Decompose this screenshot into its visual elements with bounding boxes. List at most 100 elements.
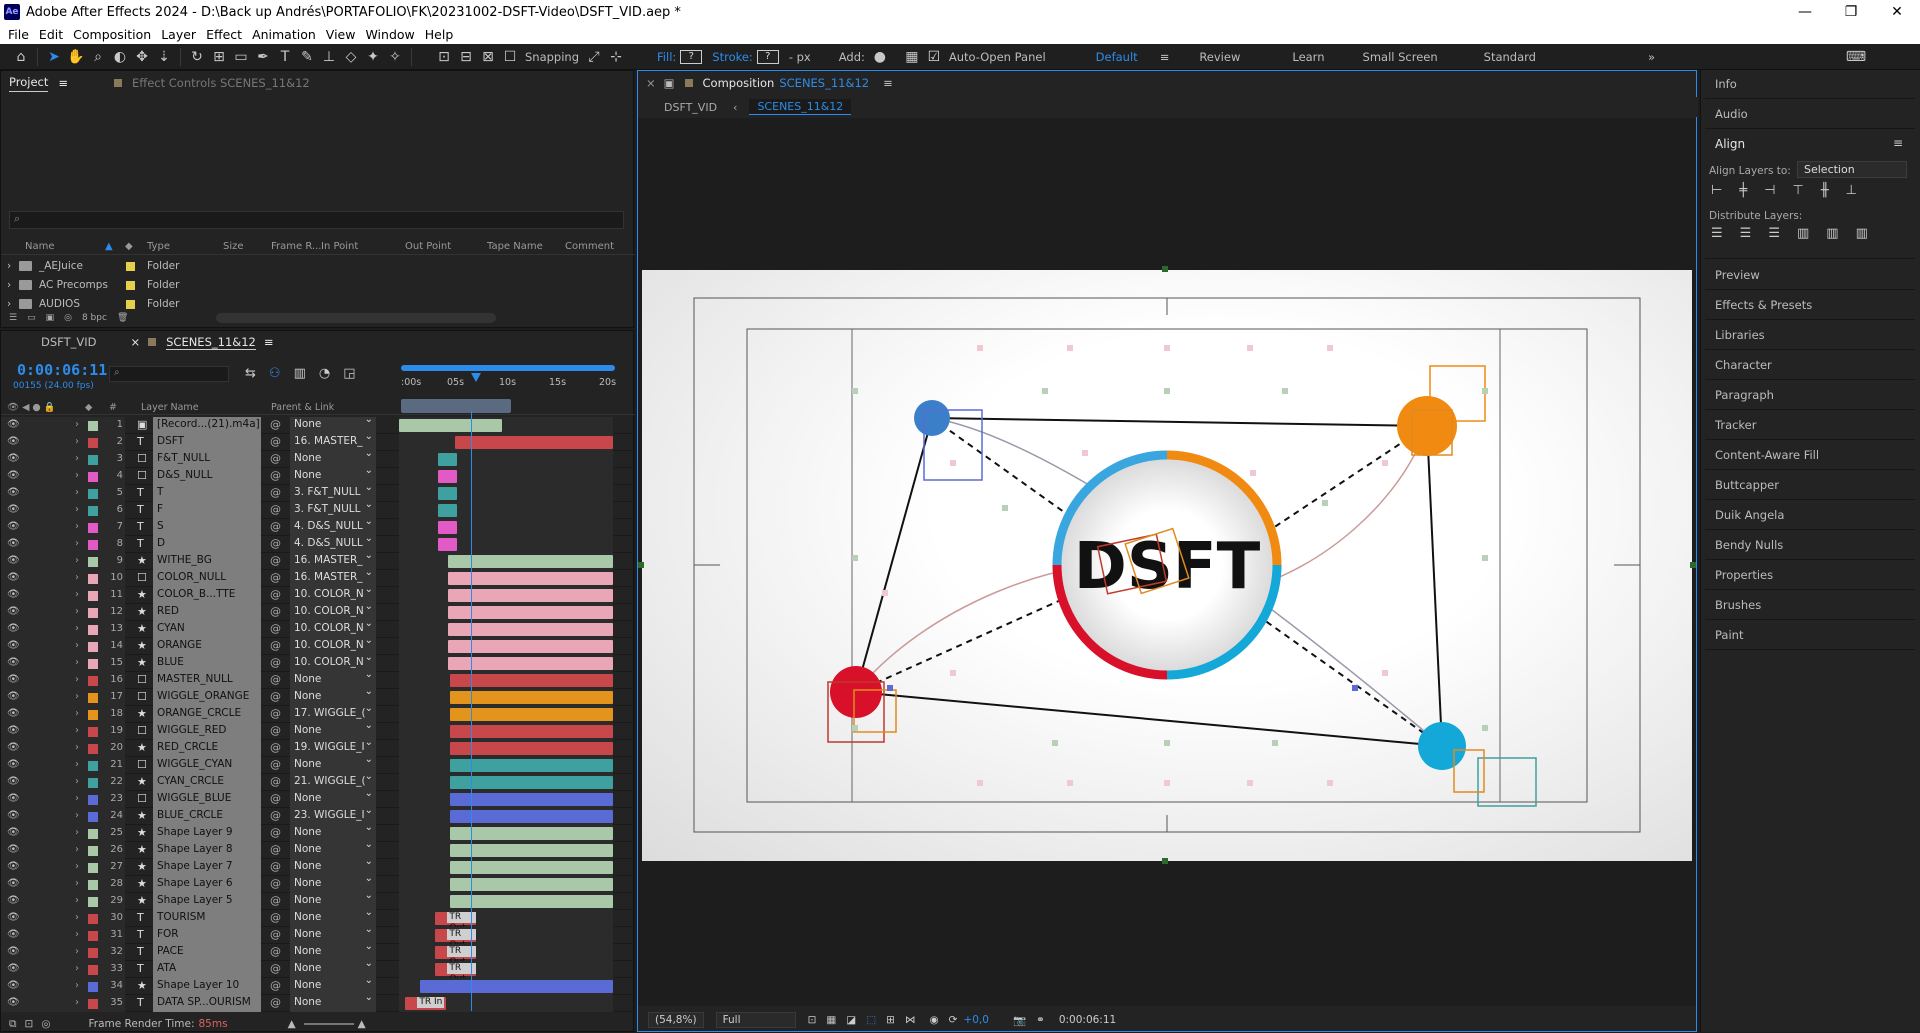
label-color-swatch[interactable] bbox=[88, 625, 98, 635]
label-color-swatch[interactable] bbox=[88, 506, 98, 516]
timeline-layer-row[interactable]: 👁 › 3 ☐ F&T_NULL @ None bbox=[1, 451, 635, 468]
pick-whip-icon[interactable]: @ bbox=[270, 520, 281, 533]
align-to-dropdown[interactable]: Selection bbox=[1797, 161, 1907, 178]
timeline-layer-row[interactable]: 👁 › 20 ★ RED_CRCLE @19. WIGGLE_I bbox=[1, 740, 635, 757]
layer-track[interactable] bbox=[399, 485, 613, 502]
align-right-icon[interactable]: ⊣ bbox=[1764, 183, 1792, 198]
align-left-icon[interactable]: ⊢ bbox=[1711, 183, 1739, 198]
label-color-swatch[interactable] bbox=[88, 540, 98, 550]
label-color-swatch[interactable] bbox=[126, 300, 135, 309]
label-color-swatch[interactable] bbox=[88, 659, 98, 669]
roto-brush-tool-icon[interactable]: ✦ bbox=[362, 46, 384, 68]
pick-whip-icon[interactable]: @ bbox=[270, 503, 281, 516]
align-top-icon[interactable]: ⊤ bbox=[1792, 183, 1820, 198]
expand-arrow-icon[interactable]: › bbox=[75, 487, 79, 498]
layer-name[interactable]: RED_CRCLE bbox=[153, 740, 261, 757]
visibility-eye-icon[interactable]: 👁 bbox=[7, 589, 20, 600]
transparency-grid-icon[interactable]: ▦ bbox=[826, 1014, 836, 1026]
expand-arrow-icon[interactable]: › bbox=[75, 963, 79, 974]
expand-arrow-icon[interactable]: › bbox=[75, 810, 79, 821]
expand-arrow-icon[interactable]: › bbox=[75, 436, 79, 447]
menu-edit[interactable]: Edit bbox=[39, 27, 63, 42]
breadcrumb-dsft-vid[interactable]: DSFT_VID bbox=[664, 101, 717, 114]
layer-name[interactable]: WIGGLE_CYAN bbox=[153, 757, 261, 774]
layer-search-input[interactable]: ⌕ bbox=[109, 366, 229, 382]
timeline-layer-row[interactable]: 👁 › 10 ☐ COLOR_NULL @16. MASTER_ bbox=[1, 570, 635, 587]
layer-name[interactable]: BLUE bbox=[153, 655, 261, 672]
visibility-eye-icon[interactable]: 👁 bbox=[7, 725, 20, 736]
expand-arrow-icon[interactable]: › bbox=[75, 555, 79, 566]
expand-arrow-icon[interactable]: › bbox=[75, 878, 79, 889]
layer-track[interactable] bbox=[399, 723, 613, 740]
timeline-layer-row[interactable]: 👁 › 16 ☐ MASTER_NULL @ None bbox=[1, 672, 635, 689]
parent-dropdown[interactable]: 4. D&S_NULL bbox=[290, 519, 376, 536]
frame-blending-icon[interactable]: ▥ bbox=[294, 366, 319, 381]
timeline-layer-row[interactable]: 👁 › 31 T FOR @ None TR Out bbox=[1, 927, 635, 950]
distribute-vcenter-icon[interactable]: ☰ bbox=[1740, 226, 1769, 241]
pick-whip-icon[interactable]: @ bbox=[270, 758, 281, 771]
pen-tool-icon[interactable]: ✒ bbox=[252, 46, 274, 68]
anchor-point-tool-icon[interactable]: ⊞ bbox=[208, 46, 230, 68]
timeline-layer-row[interactable]: 👁 › 29 ★ Shape Layer 5 @ None bbox=[1, 893, 635, 910]
stroke-swatch[interactable]: ? bbox=[756, 49, 779, 64]
parent-dropdown[interactable]: None bbox=[290, 791, 376, 808]
layer-name[interactable]: WIGGLE_BLUE bbox=[153, 791, 261, 808]
trash-icon[interactable]: 🗑 bbox=[117, 313, 128, 323]
layer-duration-bar[interactable] bbox=[448, 589, 613, 602]
layer-track[interactable] bbox=[399, 774, 613, 791]
layer-duration-bar[interactable] bbox=[450, 878, 613, 891]
timeline-layer-row[interactable]: 👁 › 2 T DSFT @16. MASTER_ bbox=[1, 434, 635, 451]
distribute-right-icon[interactable]: ▥ bbox=[1856, 226, 1885, 241]
visibility-eye-icon[interactable]: 👁 bbox=[7, 572, 20, 583]
label-color-swatch[interactable] bbox=[88, 829, 98, 839]
panel-paint[interactable]: Paint bbox=[1715, 628, 1743, 642]
timeline-layer-row[interactable]: 👁 › 21 ☐ WIGGLE_CYAN @ None bbox=[1, 757, 635, 774]
time-ruler[interactable]: :00s 05s 10s 15s 20s bbox=[401, 361, 616, 393]
pick-whip-icon[interactable]: @ bbox=[270, 656, 281, 669]
parent-dropdown[interactable]: None bbox=[290, 468, 376, 485]
col-name[interactable]: Name bbox=[25, 241, 55, 252]
layer-name[interactable]: ORANGE bbox=[153, 638, 261, 655]
expand-arrow-icon[interactable]: › bbox=[75, 538, 79, 549]
parent-dropdown[interactable]: 17. WIGGLE_( bbox=[290, 706, 376, 723]
layer-track[interactable] bbox=[399, 893, 613, 910]
parent-dropdown[interactable]: None bbox=[290, 893, 376, 910]
layer-name[interactable]: D&S_NULL bbox=[153, 468, 261, 485]
layer-duration-bar[interactable] bbox=[448, 623, 613, 636]
label-color-swatch[interactable] bbox=[88, 778, 98, 788]
visibility-eye-icon[interactable]: 👁 bbox=[7, 487, 20, 498]
timeline-layer-row[interactable]: 👁 › 8 T D @4. D&S_NULL bbox=[1, 536, 635, 553]
visibility-eye-icon[interactable]: 👁 bbox=[7, 946, 20, 957]
expand-arrow-icon[interactable]: › bbox=[75, 742, 79, 753]
magnification-dropdown[interactable]: (54,8%) bbox=[648, 1012, 704, 1028]
timeline-layer-row[interactable]: 👁 › 33 T ATA @ None TR Out bbox=[1, 961, 635, 984]
panel-paragraph[interactable]: Paragraph bbox=[1715, 388, 1774, 402]
expand-icon[interactable]: › bbox=[7, 279, 11, 291]
expand-arrow-icon[interactable]: › bbox=[75, 589, 79, 600]
type-tool-icon[interactable]: T bbox=[274, 46, 296, 68]
visibility-eye-icon[interactable]: 👁 bbox=[7, 623, 20, 634]
panel-brushes[interactable]: Brushes bbox=[1715, 598, 1761, 612]
timeline-layer-row[interactable]: 👁 › 27 ★ Shape Layer 7 @ None bbox=[1, 859, 635, 876]
add-dropdown-icon[interactable]: ● bbox=[869, 46, 891, 68]
layer-name[interactable]: COLOR_B...TTE bbox=[153, 587, 261, 604]
layer-duration-bar[interactable] bbox=[450, 895, 613, 908]
resolution-dropdown[interactable]: Full bbox=[715, 1012, 796, 1028]
distribute-left-icon[interactable]: ▥ bbox=[1797, 226, 1826, 241]
visibility-eye-icon[interactable]: 👁 bbox=[7, 521, 20, 532]
expand-arrow-icon[interactable]: › bbox=[75, 929, 79, 940]
label-color-swatch[interactable] bbox=[88, 642, 98, 652]
layer-name[interactable]: COLOR_NULL bbox=[153, 570, 261, 587]
parent-dropdown[interactable]: None bbox=[290, 961, 376, 978]
visibility-eye-icon[interactable]: 👁 bbox=[7, 555, 20, 566]
visibility-eye-icon[interactable]: 👁 bbox=[7, 963, 20, 974]
layer-name[interactable]: PACE bbox=[153, 944, 261, 961]
menu-help[interactable]: Help bbox=[425, 27, 454, 42]
layer-name[interactable]: F bbox=[153, 502, 261, 519]
layer-track[interactable] bbox=[399, 570, 613, 587]
parent-dropdown[interactable]: 21. WIGGLE_( bbox=[290, 774, 376, 791]
layer-name[interactable]: Shape Layer 7 bbox=[153, 859, 261, 876]
pick-whip-icon[interactable]: @ bbox=[270, 792, 281, 805]
pick-whip-icon[interactable]: @ bbox=[270, 605, 281, 618]
comp-current-time[interactable]: 0:00:06:11 bbox=[1059, 1014, 1116, 1026]
